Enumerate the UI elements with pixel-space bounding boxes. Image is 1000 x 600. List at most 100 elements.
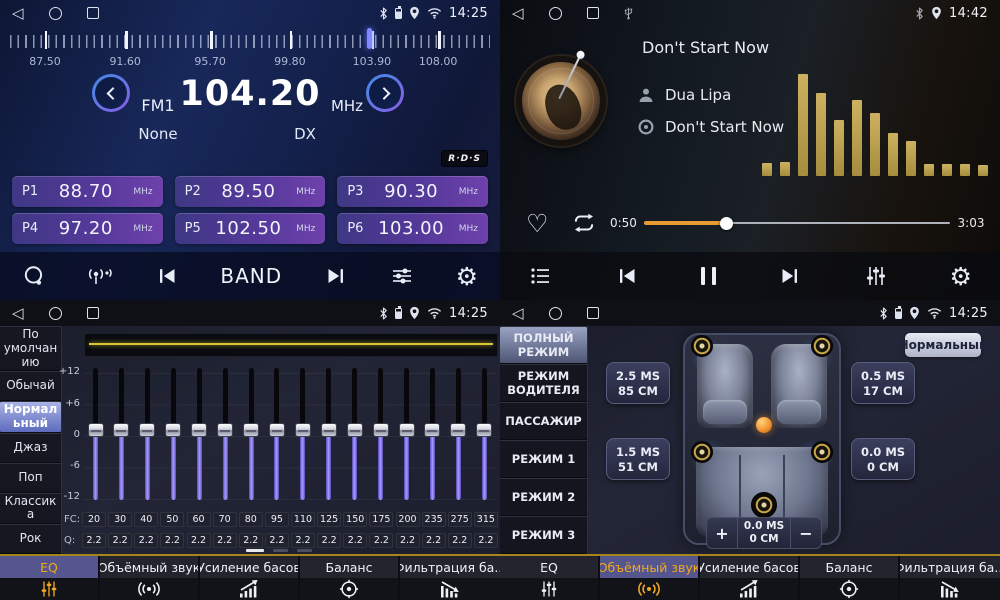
mode-2[interactable]: РЕЖИМ 2 [500, 478, 587, 516]
settings-button[interactable]: ⚙ [950, 264, 972, 289]
slider-knob[interactable] [295, 423, 311, 437]
equalizer-button[interactable] [864, 264, 888, 288]
slider-knob[interactable] [139, 423, 155, 437]
playlist-button[interactable] [528, 264, 553, 288]
slider-knob[interactable] [217, 423, 233, 437]
slider-knob[interactable] [424, 423, 440, 437]
front-left-delay-button[interactable]: 2.5 MS 85 CM [606, 362, 670, 404]
nav-back-button[interactable]: ◁ [512, 306, 524, 321]
eq-band-slider[interactable] [321, 362, 336, 504]
increase-delay-button[interactable]: + [707, 518, 737, 548]
eq-band-slider[interactable] [244, 362, 259, 504]
mode-passenger[interactable]: ПАССАЖИР [500, 402, 587, 440]
eq-band-slider[interactable] [140, 362, 155, 504]
favorite-button[interactable]: ♡ [526, 211, 548, 236]
slider-knob[interactable] [165, 423, 181, 437]
listening-position-marker[interactable] [756, 417, 772, 433]
eq-band-slider[interactable] [295, 362, 310, 504]
scan-button[interactable] [22, 264, 46, 288]
eq-band-slider[interactable] [399, 362, 414, 504]
slider-knob[interactable] [269, 423, 285, 437]
slider-knob[interactable] [88, 423, 104, 437]
rear-left-delay-button[interactable]: 1.5 MS 51 CM [606, 438, 670, 480]
eq-preset-jazz[interactable]: Джаз [0, 433, 61, 463]
tune-down-button[interactable] [92, 74, 130, 112]
preset-button-p2[interactable]: P289.50MHz [175, 176, 326, 207]
nav-recents-button[interactable] [87, 307, 99, 319]
nav-recents-button[interactable] [587, 7, 599, 19]
eq-band-slider[interactable] [218, 362, 233, 504]
album-art[interactable] [516, 56, 606, 146]
nav-back-button[interactable]: ◁ [512, 6, 524, 21]
eq-band-slider[interactable] [373, 362, 388, 504]
preset-button-p1[interactable]: P188.70MHz [12, 176, 163, 207]
progress-knob[interactable] [720, 217, 733, 230]
tab-bass-boost[interactable]: Усиление басов [700, 556, 800, 600]
nav-recents-button[interactable] [587, 307, 599, 319]
rear-right-delay-button[interactable]: 0.0 MS 0 CM [851, 438, 915, 480]
nav-back-button[interactable]: ◁ [12, 6, 24, 21]
eq-band-slider[interactable] [114, 362, 129, 504]
slider-knob[interactable] [476, 423, 492, 437]
profile-button[interactable]: Нормальный [905, 333, 981, 357]
nav-home-button[interactable] [549, 307, 562, 320]
tab-eq[interactable]: EQ [500, 556, 600, 600]
tab-surround[interactable]: Объёмный звук [100, 556, 200, 600]
mode-driver[interactable]: РЕЖИМ ВОДИТЕЛЯ [500, 364, 587, 402]
eq-preset-rock[interactable]: Рок [0, 524, 61, 554]
decrease-delay-button[interactable]: − [791, 518, 821, 548]
tab-balance[interactable]: Баланс [800, 556, 900, 600]
preset-button-p5[interactable]: P5102.50MHz [175, 213, 326, 244]
slider-knob[interactable] [321, 423, 337, 437]
eq-preset-custom[interactable]: Обычай [0, 371, 61, 401]
preset-button-p4[interactable]: P497.20MHz [12, 213, 163, 244]
eq-band-slider[interactable] [192, 362, 207, 504]
slider-knob[interactable] [399, 423, 415, 437]
slider-knob[interactable] [347, 423, 363, 437]
tab-filter[interactable]: Фильтрация ба... [900, 556, 1000, 600]
eq-band-slider[interactable] [451, 362, 466, 504]
next-station-button[interactable] [323, 264, 349, 288]
slider-knob[interactable] [113, 423, 129, 437]
mode-1[interactable]: РЕЖИМ 1 [500, 440, 587, 478]
eq-band-slider[interactable] [425, 362, 440, 504]
previous-station-button[interactable] [154, 264, 180, 288]
pause-button[interactable] [701, 267, 716, 285]
tab-bass-boost[interactable]: Усиление басов [200, 556, 300, 600]
eq-band-slider[interactable] [166, 362, 181, 504]
nav-back-button[interactable]: ◁ [12, 306, 24, 321]
mode-full[interactable]: ПОЛНЫЙ РЕЖИМ [500, 326, 587, 364]
progress-bar[interactable] [644, 216, 950, 230]
frequency-scale[interactable]: 87.50 91.60 95.70 99.80 103.90 108.00 [10, 26, 490, 72]
previous-track-button[interactable] [614, 264, 640, 288]
slider-knob[interactable] [450, 423, 466, 437]
tab-eq[interactable]: EQ [0, 556, 100, 600]
eq-preset-classic[interactable]: Классика [0, 493, 61, 525]
eq-preset-default[interactable]: По умолчанию [0, 326, 61, 371]
settings-button[interactable]: ⚙ [456, 264, 478, 289]
tab-surround[interactable]: Объёмный звук [600, 556, 700, 600]
eq-band-slider[interactable] [347, 362, 362, 504]
nav-home-button[interactable] [49, 7, 62, 20]
slider-knob[interactable] [243, 423, 259, 437]
eq-preset-normal[interactable]: Нормальный [0, 401, 61, 433]
preset-button-p6[interactable]: P6103.00MHz [337, 213, 488, 244]
mode-3[interactable]: РЕЖИМ 3 [500, 516, 587, 554]
band-button[interactable]: BAND [220, 264, 282, 288]
tab-balance[interactable]: Баланс [300, 556, 400, 600]
stations-button[interactable] [86, 265, 113, 287]
tuner-settings-button[interactable] [389, 264, 415, 288]
next-track-button[interactable] [777, 264, 803, 288]
eq-band-slider[interactable] [269, 362, 284, 504]
front-right-delay-button[interactable]: 0.5 MS 17 CM [851, 362, 915, 404]
eq-preset-pop[interactable]: Поп [0, 463, 61, 493]
repeat-button[interactable] [570, 211, 598, 235]
eq-band-slider[interactable] [88, 362, 103, 504]
nav-home-button[interactable] [549, 7, 562, 20]
nav-recents-button[interactable] [87, 7, 99, 19]
slider-knob[interactable] [373, 423, 389, 437]
slider-knob[interactable] [191, 423, 207, 437]
eq-band-slider[interactable] [477, 362, 492, 504]
preset-button-p3[interactable]: P390.30MHz [337, 176, 488, 207]
tab-filter[interactable]: Фильтрация ба... [400, 556, 500, 600]
